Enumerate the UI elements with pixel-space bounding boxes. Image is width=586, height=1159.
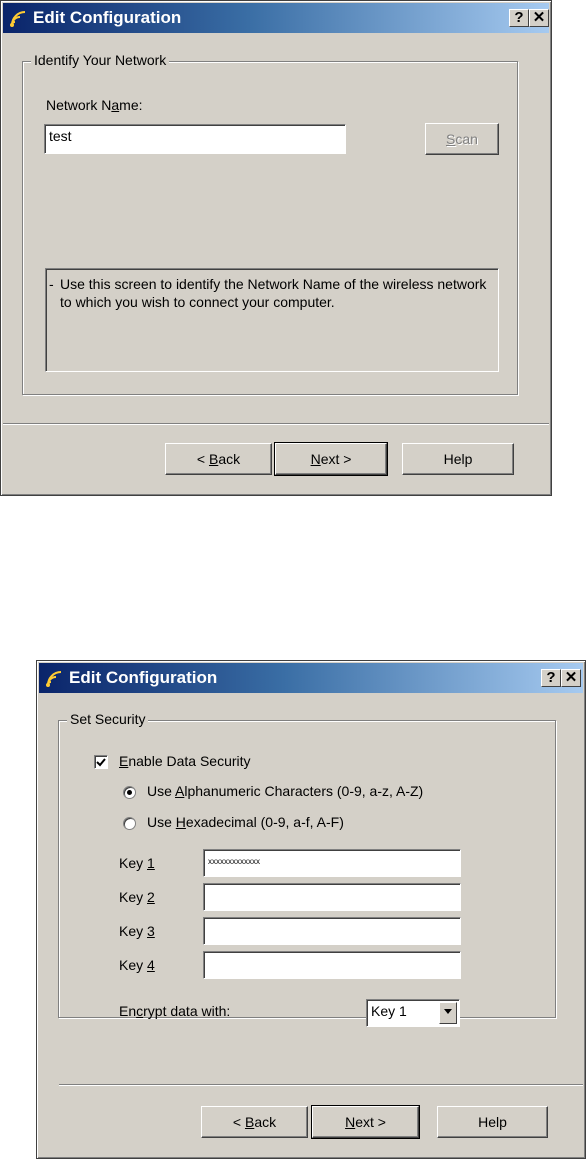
close-icon[interactable]: ✕ [529,9,549,27]
next-button[interactable]: Next > [274,442,388,476]
button-separator [3,423,549,425]
key-3-label: Key 3 [119,923,155,939]
title-bar[interactable]: Edit Configuration ? ✕ [39,663,583,693]
back-button[interactable]: < Back [165,443,272,475]
info-description: - Use this screen to identify the Networ… [45,268,499,372]
next-button[interactable]: Next > [311,1105,420,1139]
group-legend: Set Security [67,711,149,727]
help-icon[interactable]: ? [541,669,561,687]
hexadecimal-radio-label[interactable]: Use Hexadecimal (0-9, a-f, A-F) [147,814,344,830]
edit-configuration-dialog-network: Edit Configuration ? ✕ Identify Your Net… [0,0,552,496]
help-button[interactable]: Help [437,1106,548,1138]
help-button[interactable]: Help [402,443,514,475]
key-2-label: Key 2 [119,889,155,905]
hexadecimal-radio[interactable] [123,817,136,830]
button-separator [59,1084,583,1086]
enable-data-security-label[interactable]: Enable Data Security [119,753,251,769]
radio-selected-dot [127,790,132,795]
close-icon[interactable]: ✕ [561,669,581,687]
network-name-input[interactable]: test [44,124,346,154]
title-bar[interactable]: Edit Configuration ? ✕ [3,3,549,33]
network-name-label: Network Name: [46,97,143,113]
scan-button[interactable]: Scan [425,123,499,155]
group-legend: Identify Your Network [31,52,170,68]
enable-data-security-checkbox[interactable] [94,755,108,769]
dropdown-arrow-icon[interactable] [439,1002,457,1024]
info-bullet: - [49,276,54,292]
wireless-signal-icon [46,671,62,687]
checkmark-icon [96,758,106,767]
info-text: Use this screen to identify the Network … [60,276,487,310]
encrypt-key-value: Key 1 [371,1003,407,1019]
alphanumeric-radio[interactable] [123,786,136,799]
key-4-label: Key 4 [119,957,155,973]
key-1-label: Key 1 [119,855,155,871]
help-icon[interactable]: ? [509,9,529,27]
key-2-input[interactable] [203,883,461,911]
key-4-input[interactable] [203,951,461,979]
alphanumeric-radio-label[interactable]: Use Alphanumeric Characters (0-9, a-z, A… [147,783,423,799]
encrypt-data-with-label: Encrypt data with: [119,1003,231,1019]
encrypt-key-select[interactable]: Key 1 [366,999,460,1027]
edit-configuration-dialog-security: Edit Configuration ? ✕ Set Security Enab… [36,660,586,1159]
wireless-signal-icon [10,11,26,27]
window-title: Edit Configuration [33,8,182,27]
key-1-input[interactable]: xxxxxxxxxxxxx [203,849,461,877]
back-button[interactable]: < Back [201,1106,308,1138]
key-3-input[interactable] [203,917,461,945]
window-title: Edit Configuration [69,668,218,687]
